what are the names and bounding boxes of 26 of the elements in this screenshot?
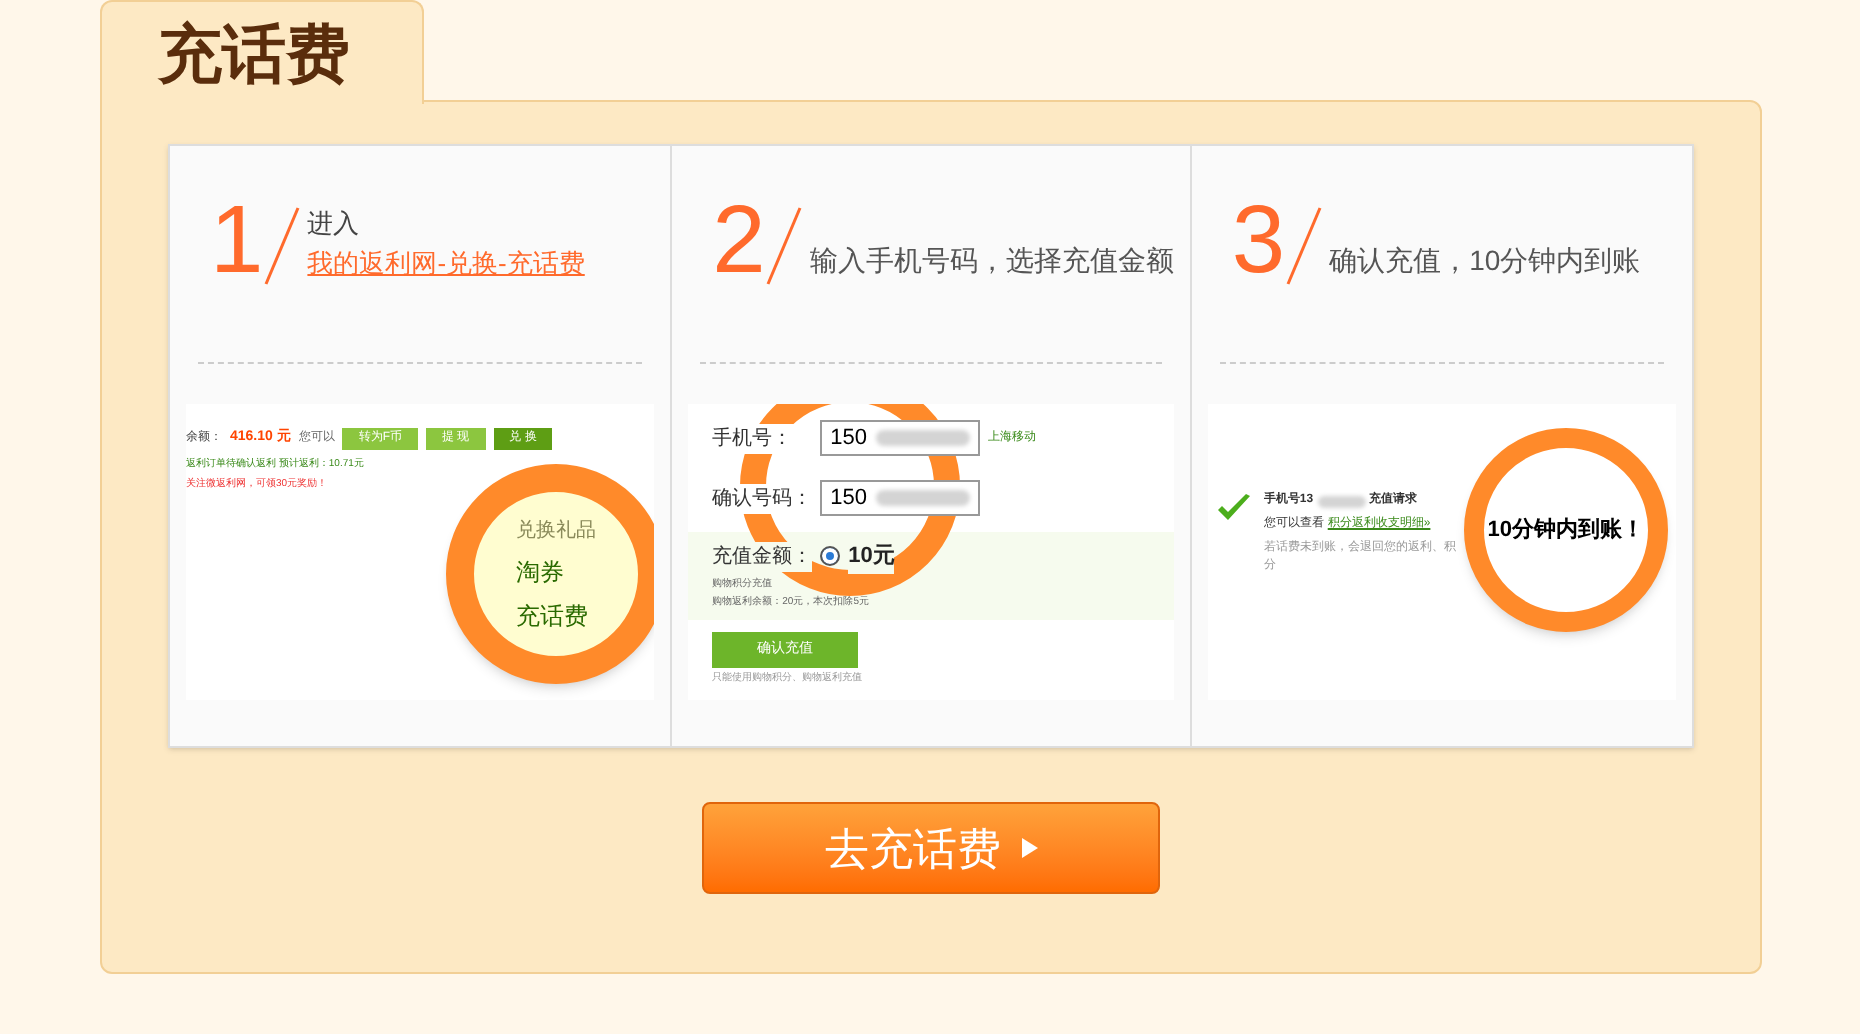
slash-icon	[1285, 206, 1322, 286]
radio-button[interactable]	[820, 546, 841, 567]
field-label: 充值金额：	[712, 541, 813, 572]
play-icon	[1021, 838, 1037, 858]
slash-icon	[765, 206, 802, 286]
step-title: 输入手机号码，选择充值金额	[809, 242, 1174, 280]
menu-item[interactable]: 兑换礼品	[516, 515, 596, 545]
step-title: 进入	[307, 206, 362, 242]
section-tab[interactable]: 充话费	[100, 0, 424, 104]
step-number: 1	[210, 194, 264, 290]
slash-icon	[263, 206, 300, 286]
blurred-digits	[875, 430, 971, 446]
lens-text: 10分钟内到账！	[1487, 515, 1644, 546]
phone-field[interactable]: 150	[820, 420, 981, 456]
step-number: 3	[1231, 194, 1286, 290]
confirm-field[interactable]: 150	[820, 480, 981, 516]
blurred-digits	[1317, 495, 1366, 507]
menu-item[interactable]: 淘券	[516, 553, 564, 589]
blurred-digits	[875, 490, 971, 506]
recharge-button[interactable]: 去充话费	[702, 802, 1160, 894]
step-link[interactable]: 我的返利网-兑换-充话费	[307, 243, 585, 282]
step-number: 2	[712, 194, 766, 290]
menu-item[interactable]: 充话费	[516, 597, 588, 633]
step-title: 确认充值，10分钟内到账	[1329, 242, 1641, 280]
amount-text: 10元	[848, 540, 895, 573]
check-icon	[1215, 492, 1252, 524]
